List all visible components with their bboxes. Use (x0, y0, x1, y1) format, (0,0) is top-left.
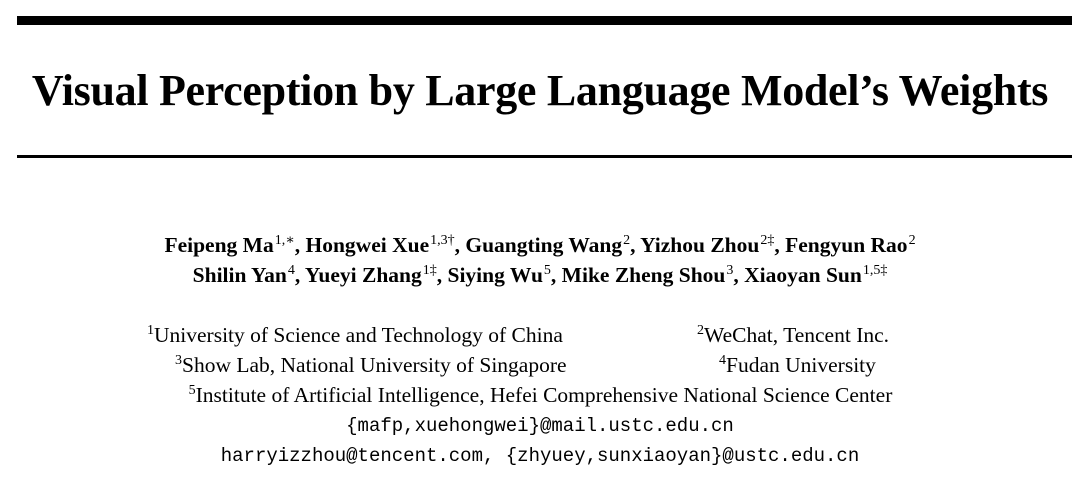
author-line-1: Feipeng Ma1,∗, Hongwei Xue1,3†, Guangtin… (0, 230, 1080, 260)
affiliation-text: Institute of Artificial Intelligence, He… (195, 383, 893, 407)
author-mark: 1,5‡ (862, 263, 888, 278)
author-name: Yueyi Zhang (304, 263, 422, 287)
affiliation-4: 4Fudan University (718, 350, 876, 380)
author-name: Feipeng Ma (164, 233, 274, 257)
top-rule (17, 16, 1072, 25)
author-mark: 1‡ (422, 263, 437, 278)
author-separator: , (454, 233, 466, 257)
email-line-2: harryizzhou@tencent.com, {zhyuey,sunxiao… (220, 445, 860, 467)
author-separator: , (774, 233, 786, 257)
affiliation-text: Show Lab, National University of Singapo… (182, 353, 567, 377)
affiliation-3: 3Show Lab, National University of Singap… (174, 350, 567, 380)
affiliation-mark: 3 (175, 353, 182, 368)
affiliation-text: Fudan University (726, 353, 876, 377)
affiliation-text: University of Science and Technology of … (154, 323, 563, 347)
affiliation-mark: 1 (147, 323, 154, 338)
paper-title: Visual Perception by Large Language Mode… (31, 66, 1049, 115)
author-name: Yizhou Zhou (640, 233, 760, 257)
affiliation-2: 2WeChat, Tencent Inc. (696, 320, 889, 350)
author-mark: 2 (908, 233, 916, 248)
affiliation-1: 1University of Science and Technology of… (146, 320, 563, 350)
author-name: Hongwei Xue (305, 233, 430, 257)
author-separator: , (294, 233, 306, 257)
affiliation-mark: 5 (188, 383, 196, 398)
author-mark: 1,3† (430, 233, 455, 248)
author-mark: 5 (543, 263, 551, 278)
author-separator: , (294, 263, 305, 287)
author-separator: , (733, 263, 745, 287)
author-separator: , (436, 263, 448, 287)
author-name: Mike Zheng Shou (561, 263, 726, 287)
author-name: Guangting Wang (465, 233, 623, 257)
affiliation-5: 5Institute of Artificial Intelligence, H… (0, 380, 1080, 410)
author-line-2: Shilin Yan4, Yueyi Zhang1‡, Siying Wu5, … (0, 260, 1080, 290)
author-separator: , (630, 233, 641, 257)
author-name: Shilin Yan (192, 263, 287, 287)
author-mark: 1,∗ (274, 233, 295, 248)
author-mark: 4 (287, 263, 295, 278)
affiliation-mark: 4 (719, 353, 726, 368)
author-name: Siying Wu (447, 263, 543, 287)
author-separator: , (550, 263, 562, 287)
title-bottom-rule (17, 155, 1072, 158)
author-mark: 2‡ (760, 233, 775, 248)
affiliation-mark: 2 (697, 323, 704, 338)
affiliation-text: WeChat, Tencent Inc. (704, 323, 890, 347)
author-name: Fengyun Rao (785, 233, 908, 257)
author-name: Xiaoyan Sun (744, 263, 862, 287)
email-line-1: {mafp,xuehongwei}@mail.ustc.edu.cn (346, 415, 734, 437)
